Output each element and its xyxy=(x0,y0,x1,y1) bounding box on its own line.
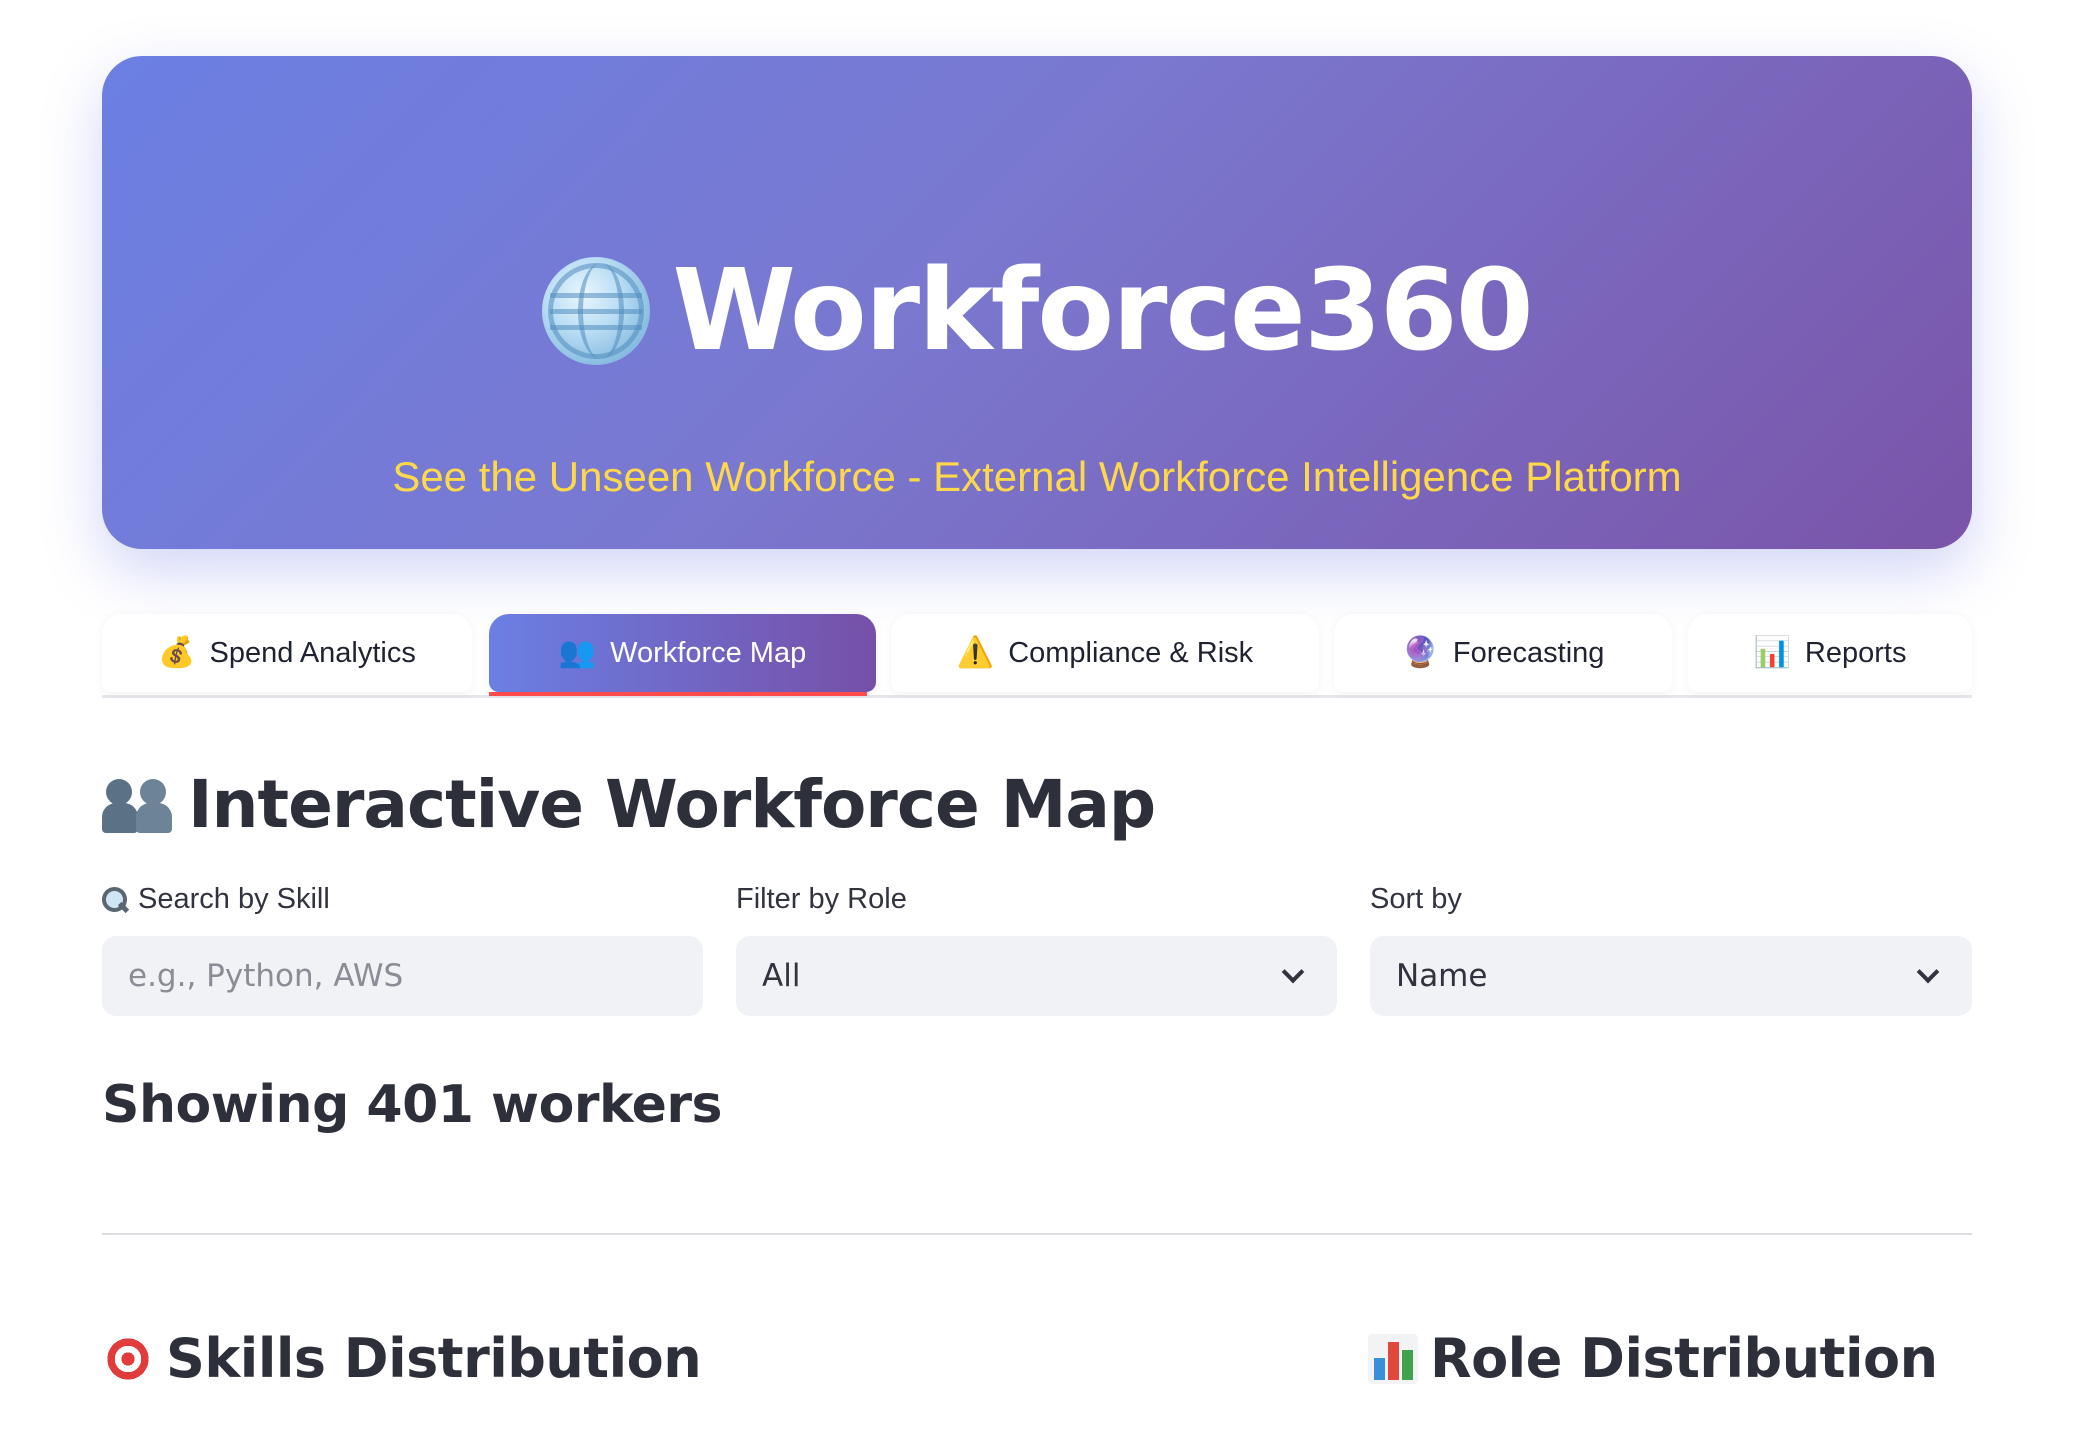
role-filter-select[interactable]: All xyxy=(736,936,1337,1016)
sort-value: Name xyxy=(1396,958,1488,994)
page-title-text: Interactive Workforce Map xyxy=(188,766,1156,843)
tab-label: Reports xyxy=(1804,636,1907,669)
skills-title-text: Skills Distribution xyxy=(166,1327,702,1390)
magnifier-icon xyxy=(102,886,128,913)
target-icon xyxy=(102,1333,154,1385)
worker-count: Showing 401 workers xyxy=(102,1075,723,1135)
globe-icon xyxy=(542,257,651,365)
search-label: Search by Skill xyxy=(102,883,330,916)
page-title: Interactive Workforce Map xyxy=(102,762,1156,848)
role-distribution-title: Role Distribution xyxy=(1368,1323,1938,1395)
sort-select[interactable]: Name xyxy=(1370,936,1972,1016)
money-bag-icon: 💰 xyxy=(158,636,196,669)
app-title: Workforce360 xyxy=(672,246,1533,376)
tab-forecasting[interactable]: 🔮 Forecasting xyxy=(1334,614,1672,692)
warning-icon: ⚠️ xyxy=(956,636,995,669)
people-icon xyxy=(102,777,174,833)
tab-label: Compliance & Risk xyxy=(1008,636,1254,669)
tab-label: Spend Analytics xyxy=(209,636,416,669)
skills-distribution-title: Skills Distribution xyxy=(102,1323,702,1395)
hero-subtitle: See the Unseen Workforce - External Work… xyxy=(392,453,1682,500)
roles-title-text: Role Distribution xyxy=(1430,1327,1938,1390)
role-filter-value: All xyxy=(762,958,801,994)
tab-reports[interactable]: 📊 Reports xyxy=(1688,614,1972,692)
search-label-text: Search by Skill xyxy=(138,883,330,915)
sort-label: Sort by xyxy=(1370,883,1462,915)
bar-chart-icon: 📊 xyxy=(1753,636,1791,669)
tab-label: Forecasting xyxy=(1452,636,1605,669)
tab-spend-analytics[interactable]: 💰 Spend Analytics xyxy=(102,614,472,692)
tab-compliance-risk[interactable]: ⚠️ Compliance & Risk xyxy=(891,614,1319,692)
search-field[interactable] xyxy=(102,936,703,1016)
hero-title: Workforce360 xyxy=(102,241,1972,381)
divider xyxy=(102,1233,1972,1235)
bar-chart-icon xyxy=(1368,1334,1418,1384)
crystal-ball-icon: 🔮 xyxy=(1401,636,1439,669)
search-input[interactable] xyxy=(128,958,677,994)
people-icon: 👥 xyxy=(558,636,597,669)
chevron-down-icon xyxy=(1281,960,1305,984)
app-page: Workforce360 See the Unseen Workforce - … xyxy=(0,0,2090,1432)
active-tab-indicator xyxy=(489,692,867,696)
tab-label: Workforce Map xyxy=(610,636,807,669)
tab-bar: 💰 Spend Analytics 👥 Workforce Map ⚠️ Com… xyxy=(102,614,1972,698)
hero-banner: Workforce360 See the Unseen Workforce - … xyxy=(102,56,1972,549)
chevron-down-icon xyxy=(1916,960,1940,984)
tab-workforce-map[interactable]: 👥 Workforce Map xyxy=(489,614,876,692)
role-filter-label: Filter by Role xyxy=(736,883,907,915)
